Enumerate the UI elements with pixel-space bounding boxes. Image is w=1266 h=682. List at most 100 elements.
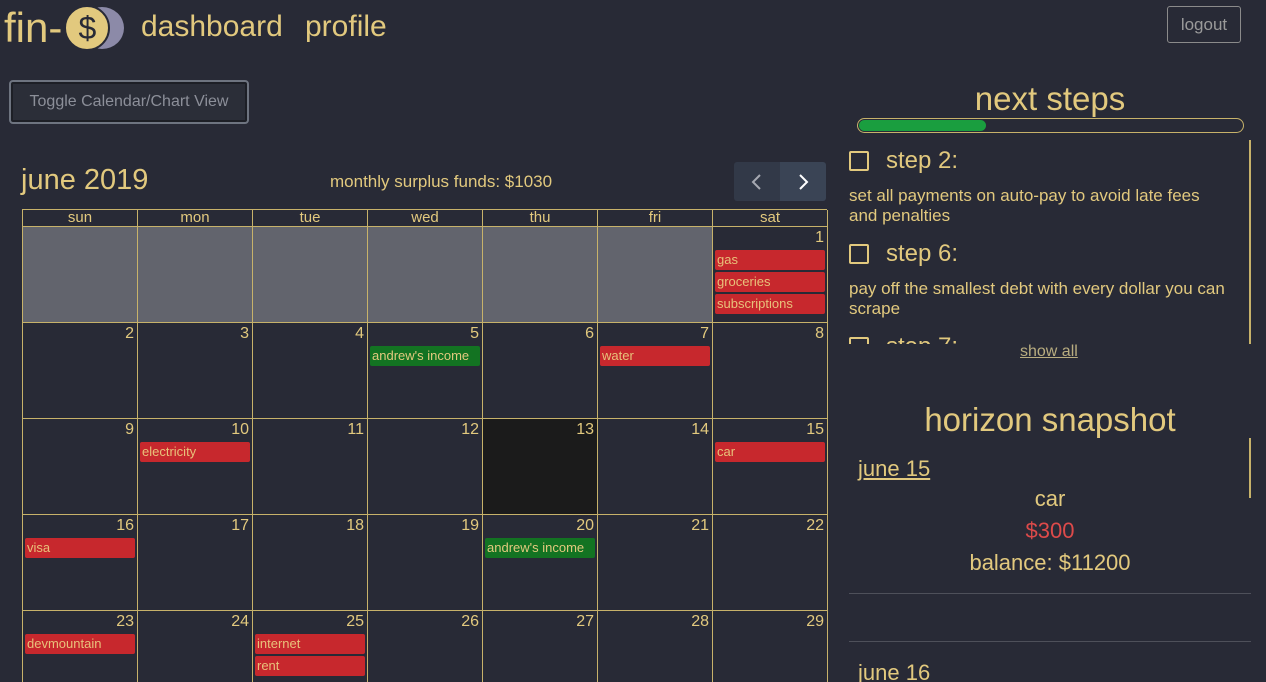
step-checkbox[interactable] bbox=[849, 151, 869, 171]
calendar-day-23[interactable]: 23 devmountain bbox=[23, 611, 138, 682]
calendar-day-4[interactable]: 4 bbox=[253, 323, 368, 419]
step-description: pay off the smallest debt with every dol… bbox=[849, 279, 1225, 318]
expense-event[interactable]: rent bbox=[255, 656, 365, 676]
day-number: 13 bbox=[576, 421, 594, 438]
day-number: 28 bbox=[691, 613, 709, 630]
steps-progress-bar bbox=[857, 118, 1244, 133]
day-number: 19 bbox=[461, 517, 479, 534]
calendar-day-8[interactable]: 8 bbox=[713, 323, 828, 419]
calendar-day-7[interactable]: 7 water bbox=[598, 323, 713, 419]
day-number: 11 bbox=[347, 421, 364, 438]
expense-event[interactable]: devmountain bbox=[25, 634, 135, 654]
calendar-day-15[interactable]: 15 car bbox=[713, 419, 828, 515]
weekday-sun: sun bbox=[23, 210, 138, 227]
logout-button[interactable]: logout bbox=[1167, 6, 1241, 43]
day-number: 26 bbox=[461, 613, 479, 630]
show-all-link[interactable]: show all bbox=[1020, 343, 1078, 361]
day-number: 23 bbox=[116, 613, 134, 630]
calendar-day-9[interactable]: 9 bbox=[23, 419, 138, 515]
day-number: 3 bbox=[240, 325, 249, 342]
calendar-day-2[interactable]: 2 bbox=[23, 323, 138, 419]
expense-event[interactable]: subscriptions bbox=[715, 294, 825, 314]
horizon-scrollbar[interactable] bbox=[1249, 438, 1251, 498]
calendar-day-11[interactable]: 11 bbox=[253, 419, 368, 515]
expense-event[interactable]: water bbox=[600, 346, 710, 366]
step-header: step 2: bbox=[849, 140, 1229, 182]
calendar-day-12[interactable]: 12 bbox=[368, 419, 483, 515]
day-number: 1 bbox=[815, 229, 824, 246]
horizon-entry: june 16 bbox=[849, 642, 1251, 682]
day-events: internet rent bbox=[255, 634, 365, 676]
calendar-day-5[interactable]: 5 andrew's income bbox=[368, 323, 483, 419]
calendar-day-24[interactable]: 24 bbox=[138, 611, 253, 682]
day-number: 16 bbox=[116, 517, 134, 534]
weekday-thu: thu bbox=[483, 210, 598, 227]
nav-profile-link[interactable]: profile bbox=[305, 10, 387, 44]
day-number: 10 bbox=[231, 421, 249, 438]
calendar-day-27[interactable]: 27 bbox=[483, 611, 598, 682]
calendar-day-1[interactable]: 1 gas groceries subscriptions bbox=[713, 227, 828, 323]
day-events: devmountain bbox=[25, 634, 135, 654]
steps-list[interactable]: step 2: set all payments on auto-pay to a… bbox=[849, 140, 1251, 344]
day-number: 7 bbox=[700, 325, 709, 342]
expense-event[interactable]: electricity bbox=[140, 442, 250, 462]
day-events: electricity bbox=[140, 442, 250, 462]
day-number: 4 bbox=[355, 325, 364, 342]
nav-dashboard-link[interactable]: dashboard bbox=[141, 10, 283, 44]
day-number: 18 bbox=[346, 517, 364, 534]
prev-month-button[interactable] bbox=[734, 162, 780, 201]
calendar-day-19[interactable]: 19 bbox=[368, 515, 483, 611]
step-item: step 2: set all payments on auto-pay to a… bbox=[849, 140, 1229, 233]
expense-event[interactable]: visa bbox=[25, 538, 135, 558]
calendar-day-20[interactable]: 20 andrew's income bbox=[483, 515, 598, 611]
horizon-balance: balance: $11200 bbox=[969, 550, 1131, 575]
day-number: 24 bbox=[231, 613, 249, 630]
calendar-day-6[interactable]: 6 bbox=[483, 323, 598, 419]
calendar-day-10[interactable]: 10 electricity bbox=[138, 419, 253, 515]
day-number: 22 bbox=[806, 517, 824, 534]
calendar-day-16[interactable]: 16 visa bbox=[23, 515, 138, 611]
income-event[interactable]: andrew's income bbox=[485, 538, 595, 558]
calendar-day-13[interactable]: 13 bbox=[483, 419, 598, 515]
expense-event[interactable]: internet bbox=[255, 634, 365, 654]
dollar-coin-icon: $ bbox=[64, 5, 128, 51]
calendar-day-22[interactable]: 22 bbox=[713, 515, 828, 611]
calendar-day-3[interactable]: 3 bbox=[138, 323, 253, 419]
day-number: 15 bbox=[806, 421, 824, 438]
brand-logo[interactable]: fin- $ bbox=[4, 2, 128, 54]
calendar-month-title: june 2019 bbox=[21, 164, 149, 196]
weekday-wed: wed bbox=[368, 210, 483, 227]
horizon-snapshot-title: horizon snapshot bbox=[924, 401, 1176, 438]
step-title: step 6: bbox=[886, 240, 959, 267]
weekday-mon: mon bbox=[138, 210, 253, 227]
next-month-button[interactable] bbox=[780, 162, 826, 201]
calendar-day-18[interactable]: 18 bbox=[253, 515, 368, 611]
day-number: 17 bbox=[231, 517, 249, 534]
calendar-day-17[interactable]: 17 bbox=[138, 515, 253, 611]
calendar-day-blank bbox=[138, 227, 253, 323]
step-checkbox[interactable] bbox=[849, 244, 869, 264]
steps-progress-fill bbox=[859, 120, 987, 131]
day-events: water bbox=[600, 346, 710, 366]
calendar-day-28[interactable]: 28 bbox=[598, 611, 713, 682]
calendar-day-25[interactable]: 25 internet rent bbox=[253, 611, 368, 682]
day-number: 20 bbox=[576, 517, 594, 534]
day-number: 14 bbox=[691, 421, 709, 438]
calendar-day-29[interactable]: 29 bbox=[713, 611, 828, 682]
calendar-day-14[interactable]: 14 bbox=[598, 419, 713, 515]
day-number: 5 bbox=[470, 325, 479, 342]
expense-event[interactable]: groceries bbox=[715, 272, 825, 292]
calendar-nav bbox=[734, 162, 827, 201]
income-event[interactable]: andrew's income bbox=[370, 346, 480, 366]
next-steps-title: next steps bbox=[974, 80, 1126, 117]
expense-event[interactable]: gas bbox=[715, 250, 825, 270]
toggle-calendar-chart-button[interactable]: Toggle Calendar/Chart View bbox=[9, 80, 249, 124]
calendar-day-blank bbox=[253, 227, 368, 323]
step-checkbox[interactable] bbox=[849, 337, 869, 344]
calendar-day-26[interactable]: 26 bbox=[368, 611, 483, 682]
horizon-list[interactable]: june 15 car $300 balance: $11200 june 16 bbox=[849, 438, 1251, 682]
expense-event[interactable]: car bbox=[715, 442, 825, 462]
horizon-date-link[interactable]: june 16 bbox=[849, 642, 1251, 682]
horizon-date-link[interactable]: june 15 bbox=[849, 438, 1251, 483]
calendar-day-21[interactable]: 21 bbox=[598, 515, 713, 611]
